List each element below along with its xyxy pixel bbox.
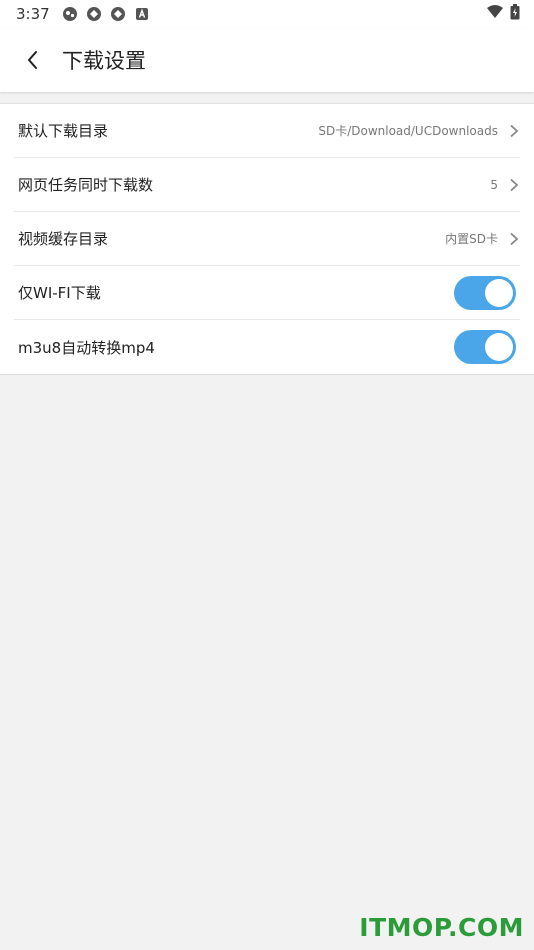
setting-value: SD卡/Download/UCDownloads [318, 124, 498, 138]
m3u8-convert-toggle[interactable] [454, 330, 516, 364]
sync-icon [110, 6, 126, 22]
status-icons-left [62, 6, 150, 22]
status-icons-right [486, 4, 520, 24]
setting-concurrent-downloads[interactable]: 网页任务同时下载数 5 [14, 158, 520, 212]
back-button[interactable] [18, 46, 46, 74]
setting-label: m3u8自动转换mp4 [18, 338, 155, 357]
app-bar: 下载设置 [0, 28, 534, 92]
page-title: 下载设置 [62, 49, 146, 73]
notification-icon [62, 6, 78, 22]
status-bar: 3:37 [0, 0, 534, 28]
setting-m3u8-to-mp4: m3u8自动转换mp4 [14, 320, 520, 374]
setting-label: 网页任务同时下载数 [18, 176, 154, 194]
chevron-right-icon [508, 178, 520, 192]
settings-list: 默认下载目录 SD卡/Download/UCDownloads 网页任务同时下载… [0, 103, 534, 375]
wifi-only-toggle[interactable] [454, 275, 516, 310]
app-icon [134, 6, 150, 22]
chevron-right-icon [508, 124, 520, 138]
watermark: ITMOP.COM [359, 913, 524, 942]
sync-icon [86, 6, 102, 22]
setting-value: 内置SD卡 [445, 232, 498, 246]
status-time: 3:37 [16, 5, 50, 23]
chevron-left-icon [27, 51, 37, 69]
toggle-knob [485, 278, 513, 307]
setting-label: 默认下载目录 [18, 122, 109, 140]
setting-label: 仅WI-FI下载 [18, 284, 101, 302]
wifi-icon [486, 4, 504, 24]
setting-value: 5 [490, 177, 498, 192]
setting-label: 视频缓存目录 [18, 230, 109, 248]
setting-video-cache-dir[interactable]: 视频缓存目录 内置SD卡 [14, 212, 520, 266]
chevron-right-icon [508, 232, 520, 246]
setting-wifi-only: 仅WI-FI下载 [14, 266, 520, 320]
battery-icon [510, 4, 520, 24]
setting-default-download-dir[interactable]: 默认下载目录 SD卡/Download/UCDownloads [14, 104, 520, 158]
toggle-knob [485, 333, 513, 361]
